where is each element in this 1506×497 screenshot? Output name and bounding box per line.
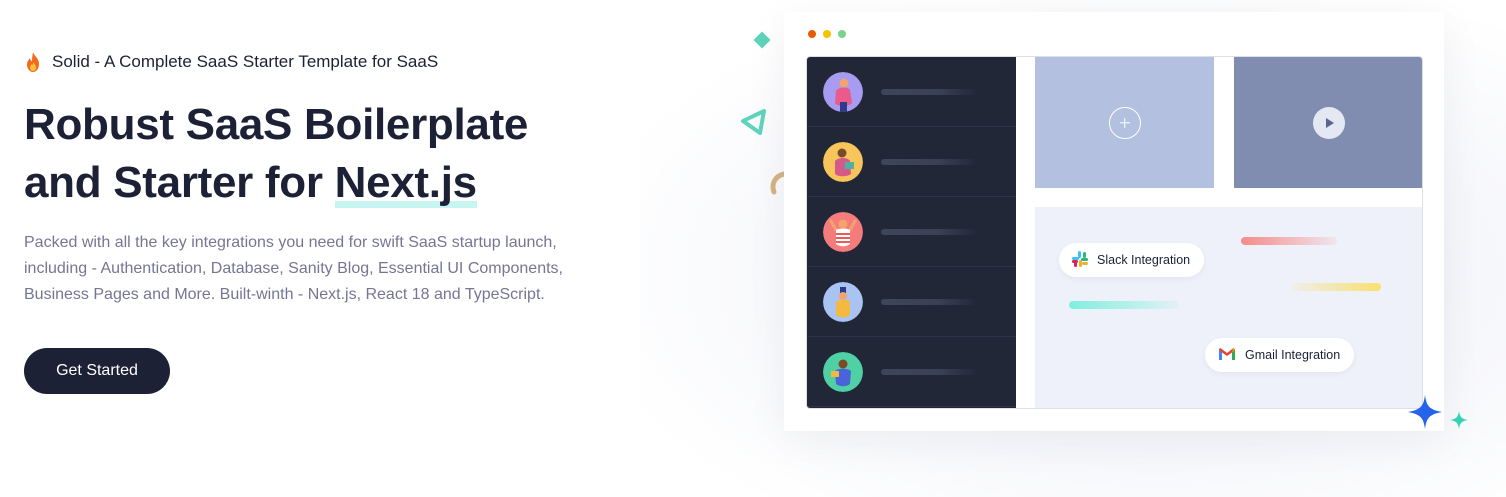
window-dot-yellow xyxy=(823,30,831,38)
title-line-1: Robust SaaS Boilerplate xyxy=(24,100,529,149)
placeholder-bar xyxy=(881,368,977,375)
avatar-purple xyxy=(823,71,863,112)
gmail-integration-badge: Gmail Integration xyxy=(1205,338,1355,372)
decor-bar-teal xyxy=(1069,301,1179,309)
fire-icon xyxy=(24,51,42,73)
placeholder-bar xyxy=(881,88,977,95)
get-started-button[interactable]: Get Started xyxy=(24,348,170,394)
placeholder-bar xyxy=(881,298,977,305)
slack-icon xyxy=(1071,250,1089,271)
gmail-icon xyxy=(1217,346,1237,365)
window-controls xyxy=(808,30,846,38)
hero-description: Packed with all the key integrations you… xyxy=(24,234,563,303)
integrations-panel: Slack Integration Gmail Integration xyxy=(1035,207,1422,408)
mockup-sidebar xyxy=(807,57,1016,408)
placeholder-bar xyxy=(881,228,977,235)
slack-integration-label: Slack Integration xyxy=(1097,253,1191,267)
sparkle-teal-icon xyxy=(1450,411,1468,429)
eyebrow-text: Solid - A Complete SaaS Starter Template… xyxy=(52,52,439,71)
list-item xyxy=(807,267,1016,337)
list-item xyxy=(807,127,1016,197)
eyebrow: Solid - A Complete SaaS Starter Template… xyxy=(24,50,438,74)
avatar-green xyxy=(823,351,863,392)
page-title: Robust SaaS Boilerplate and Starter for … xyxy=(24,96,644,212)
slack-integration-badge: Slack Integration xyxy=(1059,243,1205,277)
title-highlight: Next.js xyxy=(334,154,477,212)
triangle-shape-icon xyxy=(741,109,766,135)
list-item xyxy=(807,197,1016,267)
add-icon[interactable] xyxy=(1108,106,1141,139)
decor-bar-yellow xyxy=(1291,283,1381,291)
window-dot-green xyxy=(838,30,846,38)
list-item xyxy=(807,337,1016,407)
gmail-integration-label: Gmail Integration xyxy=(1245,348,1341,362)
list-item xyxy=(807,57,1016,127)
sparkle-blue-icon xyxy=(1408,395,1442,429)
video-tile xyxy=(1234,57,1422,188)
title-line-2-prefix: and Starter for xyxy=(24,158,335,207)
avatar-blue xyxy=(823,281,863,322)
app-mockup-window: Slack Integration Gmail Integration xyxy=(784,12,1444,431)
decor-bar-red xyxy=(1241,237,1337,245)
mockup-screen: Slack Integration Gmail Integration xyxy=(806,56,1423,409)
diamond-shape-icon xyxy=(753,31,771,49)
window-dot-red xyxy=(808,30,816,38)
avatar-red xyxy=(823,211,863,252)
play-icon[interactable] xyxy=(1313,106,1345,139)
image-tile xyxy=(1035,57,1214,188)
placeholder-bar xyxy=(881,158,977,165)
avatar-yellow xyxy=(823,141,863,182)
